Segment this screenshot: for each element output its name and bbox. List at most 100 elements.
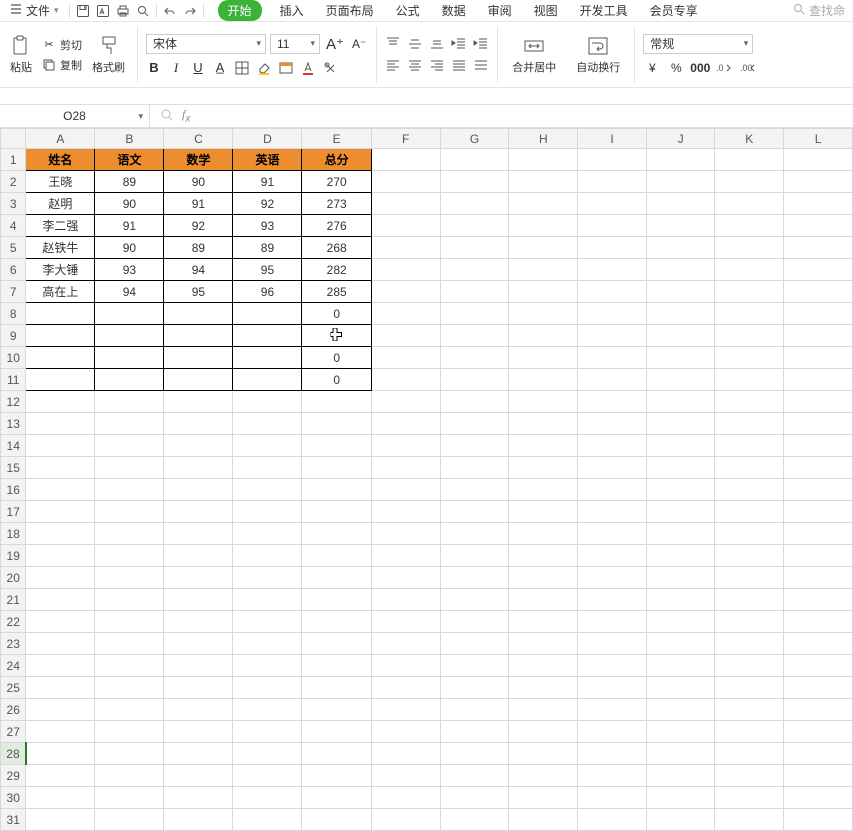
cell[interactable] <box>164 699 233 721</box>
cell[interactable] <box>371 369 440 391</box>
cell[interactable] <box>715 655 784 677</box>
row-header[interactable]: 13 <box>1 413 26 435</box>
cell[interactable] <box>440 677 509 699</box>
cell[interactable] <box>371 303 440 325</box>
tab-member[interactable]: 会员专享 <box>646 0 702 21</box>
cell[interactable] <box>646 787 715 809</box>
cell[interactable] <box>26 435 95 457</box>
cell[interactable] <box>302 611 371 633</box>
cell[interactable] <box>509 237 578 259</box>
cell[interactable] <box>578 809 647 831</box>
column-header[interactable]: E <box>302 129 371 149</box>
cell[interactable] <box>509 413 578 435</box>
cell[interactable] <box>440 325 509 347</box>
cell[interactable] <box>233 633 302 655</box>
cell[interactable] <box>440 435 509 457</box>
cell[interactable] <box>164 325 233 347</box>
cell[interactable] <box>164 369 233 391</box>
cell[interactable] <box>715 413 784 435</box>
cell[interactable] <box>164 479 233 501</box>
cell[interactable] <box>440 479 509 501</box>
cell[interactable] <box>26 501 95 523</box>
cell[interactable] <box>233 611 302 633</box>
bold-button[interactable]: B <box>146 60 162 76</box>
cell[interactable] <box>578 391 647 413</box>
cell[interactable] <box>440 523 509 545</box>
comma-icon[interactable]: 000 <box>691 60 709 76</box>
cell[interactable] <box>233 567 302 589</box>
row-header[interactable]: 26 <box>1 699 26 721</box>
cell[interactable]: 语文 <box>95 149 164 171</box>
cell[interactable] <box>233 677 302 699</box>
cell[interactable] <box>233 347 302 369</box>
cell[interactable] <box>646 281 715 303</box>
row-header[interactable]: 8 <box>1 303 26 325</box>
cell[interactable] <box>715 501 784 523</box>
cell[interactable] <box>440 215 509 237</box>
cell[interactable] <box>509 193 578 215</box>
cell[interactable] <box>578 765 647 787</box>
cell[interactable] <box>371 765 440 787</box>
cell[interactable] <box>164 523 233 545</box>
cell[interactable] <box>302 501 371 523</box>
cell[interactable] <box>784 655 853 677</box>
cell[interactable] <box>371 237 440 259</box>
cell[interactable] <box>646 501 715 523</box>
distribute-icon[interactable] <box>473 58 489 74</box>
cell[interactable] <box>646 149 715 171</box>
cell[interactable] <box>95 567 164 589</box>
cell[interactable] <box>302 633 371 655</box>
cell[interactable]: 89 <box>233 237 302 259</box>
cell[interactable] <box>440 149 509 171</box>
cell[interactable] <box>578 215 647 237</box>
cell[interactable] <box>784 237 853 259</box>
cell[interactable] <box>578 303 647 325</box>
cell[interactable] <box>164 457 233 479</box>
cell[interactable] <box>715 633 784 655</box>
column-header[interactable]: B <box>95 129 164 149</box>
cell[interactable] <box>164 809 233 831</box>
tab-view[interactable]: 视图 <box>530 0 562 21</box>
increase-indent-icon[interactable] <box>473 36 489 52</box>
cell[interactable] <box>371 215 440 237</box>
cell[interactable] <box>26 567 95 589</box>
cell[interactable] <box>302 457 371 479</box>
cell[interactable] <box>164 589 233 611</box>
cell[interactable] <box>646 325 715 347</box>
cell[interactable] <box>715 391 784 413</box>
cell[interactable]: 英语 <box>233 149 302 171</box>
cell[interactable] <box>164 567 233 589</box>
cell[interactable] <box>302 545 371 567</box>
save-as-icon[interactable] <box>94 2 112 20</box>
cell[interactable] <box>509 743 578 765</box>
column-header[interactable]: L <box>784 129 853 149</box>
cell[interactable] <box>646 699 715 721</box>
cell[interactable] <box>233 721 302 743</box>
row-header[interactable]: 18 <box>1 523 26 545</box>
cell[interactable] <box>164 391 233 413</box>
cell[interactable] <box>578 171 647 193</box>
tab-formula[interactable]: 公式 <box>392 0 424 21</box>
column-header[interactable]: A <box>26 129 95 149</box>
cell[interactable] <box>646 171 715 193</box>
cell[interactable] <box>95 303 164 325</box>
cell[interactable] <box>26 523 95 545</box>
row-header[interactable]: 21 <box>1 589 26 611</box>
tab-review[interactable]: 审阅 <box>484 0 516 21</box>
align-top-icon[interactable] <box>385 36 401 52</box>
cell[interactable] <box>26 787 95 809</box>
cell[interactable] <box>233 699 302 721</box>
cell[interactable] <box>440 413 509 435</box>
cell[interactable]: 李二强 <box>26 215 95 237</box>
cell[interactable] <box>715 765 784 787</box>
currency-icon[interactable]: ¥ <box>643 60 661 76</box>
cell[interactable] <box>371 171 440 193</box>
cell[interactable] <box>578 743 647 765</box>
cell[interactable] <box>578 523 647 545</box>
cell[interactable] <box>440 457 509 479</box>
column-header[interactable]: J <box>646 129 715 149</box>
cell[interactable] <box>784 193 853 215</box>
cell[interactable] <box>578 589 647 611</box>
cell[interactable] <box>646 721 715 743</box>
cell[interactable] <box>233 523 302 545</box>
